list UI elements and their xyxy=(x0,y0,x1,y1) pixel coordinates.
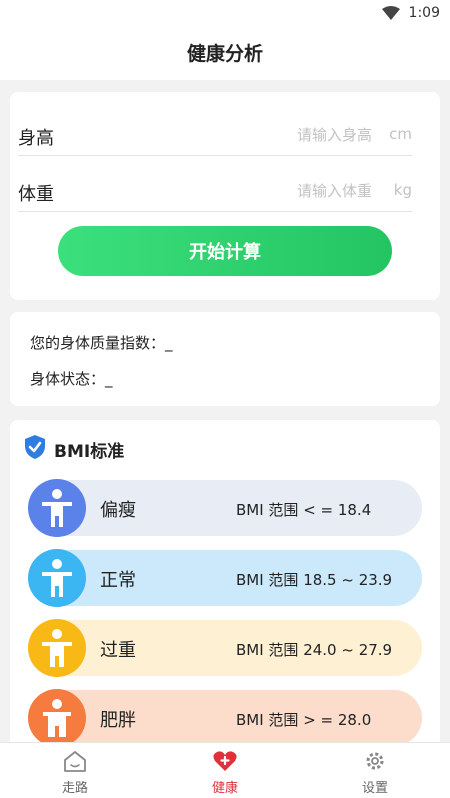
bmi-row-name: 肥胖 xyxy=(100,710,136,731)
bmi-row-range: BMI 范围 < = 18.4 xyxy=(236,501,372,519)
shield-check-icon xyxy=(25,435,45,459)
result-card xyxy=(10,312,440,406)
height-label: 身高 xyxy=(18,128,54,149)
weight-unit: kg xyxy=(393,181,412,199)
bmi-row-name: 过重 xyxy=(100,640,136,661)
tab-health-label: 健康 xyxy=(211,781,238,796)
page-title: 健康分析 xyxy=(186,43,263,65)
bmi-row-underweight: 偏瘦 BMI 范围 < = 18.4 xyxy=(28,479,422,537)
weight-label: 体重 xyxy=(18,184,54,205)
tab-walk[interactable]: 走路 xyxy=(0,743,150,798)
height-input[interactable] xyxy=(222,126,372,144)
title-bar: 健康分析 xyxy=(0,28,450,80)
tab-walk-label: 走路 xyxy=(61,781,88,796)
tab-settings-label: 设置 xyxy=(361,781,388,796)
tab-health[interactable]: 健康 xyxy=(150,743,300,798)
weight-field: 体重 kg xyxy=(18,168,412,212)
weight-input[interactable] xyxy=(222,182,372,200)
gear-icon xyxy=(366,752,384,770)
bmi-row-normal: 正常 BMI 范围 18.5 ~ 23.9 xyxy=(28,549,422,607)
person-icon xyxy=(28,689,86,747)
bmi-row-overweight: 过重 BMI 范围 24.0 ~ 27.9 xyxy=(28,619,422,677)
height-field: 身高 cm xyxy=(18,112,412,156)
bmi-result-text: 您的身体质量指数：_ xyxy=(30,334,173,352)
home-icon xyxy=(64,751,86,772)
calculate-button[interactable]: 开始计算 xyxy=(58,226,392,276)
bmi-row-obese: 肥胖 BMI 范围 > = 28.0 xyxy=(28,689,422,747)
body-status-text: 身体状态：_ xyxy=(30,370,113,388)
person-icon xyxy=(28,619,86,677)
person-icon xyxy=(28,549,86,607)
height-unit: cm xyxy=(389,125,412,143)
status-time: 1:09 xyxy=(408,5,440,21)
bmi-row-name: 正常 xyxy=(100,570,136,591)
health-heart-icon xyxy=(213,751,237,771)
status-bar: 1:09 xyxy=(0,0,450,28)
bmi-row-range: BMI 范围 18.5 ~ 23.9 xyxy=(236,571,393,589)
tab-settings[interactable]: 设置 xyxy=(300,743,450,798)
bmi-row-range: BMI 范围 24.0 ~ 27.9 xyxy=(236,641,393,659)
bottom-tab-bar: 走路 健康 设置 xyxy=(0,742,450,798)
bmi-row-range: BMI 范围 > = 28.0 xyxy=(236,711,372,729)
wifi-icon xyxy=(382,6,400,20)
person-icon xyxy=(28,479,86,537)
bmi-row-name: 偏瘦 xyxy=(100,500,136,521)
bmi-standard-title: BMI标准 xyxy=(54,442,125,462)
